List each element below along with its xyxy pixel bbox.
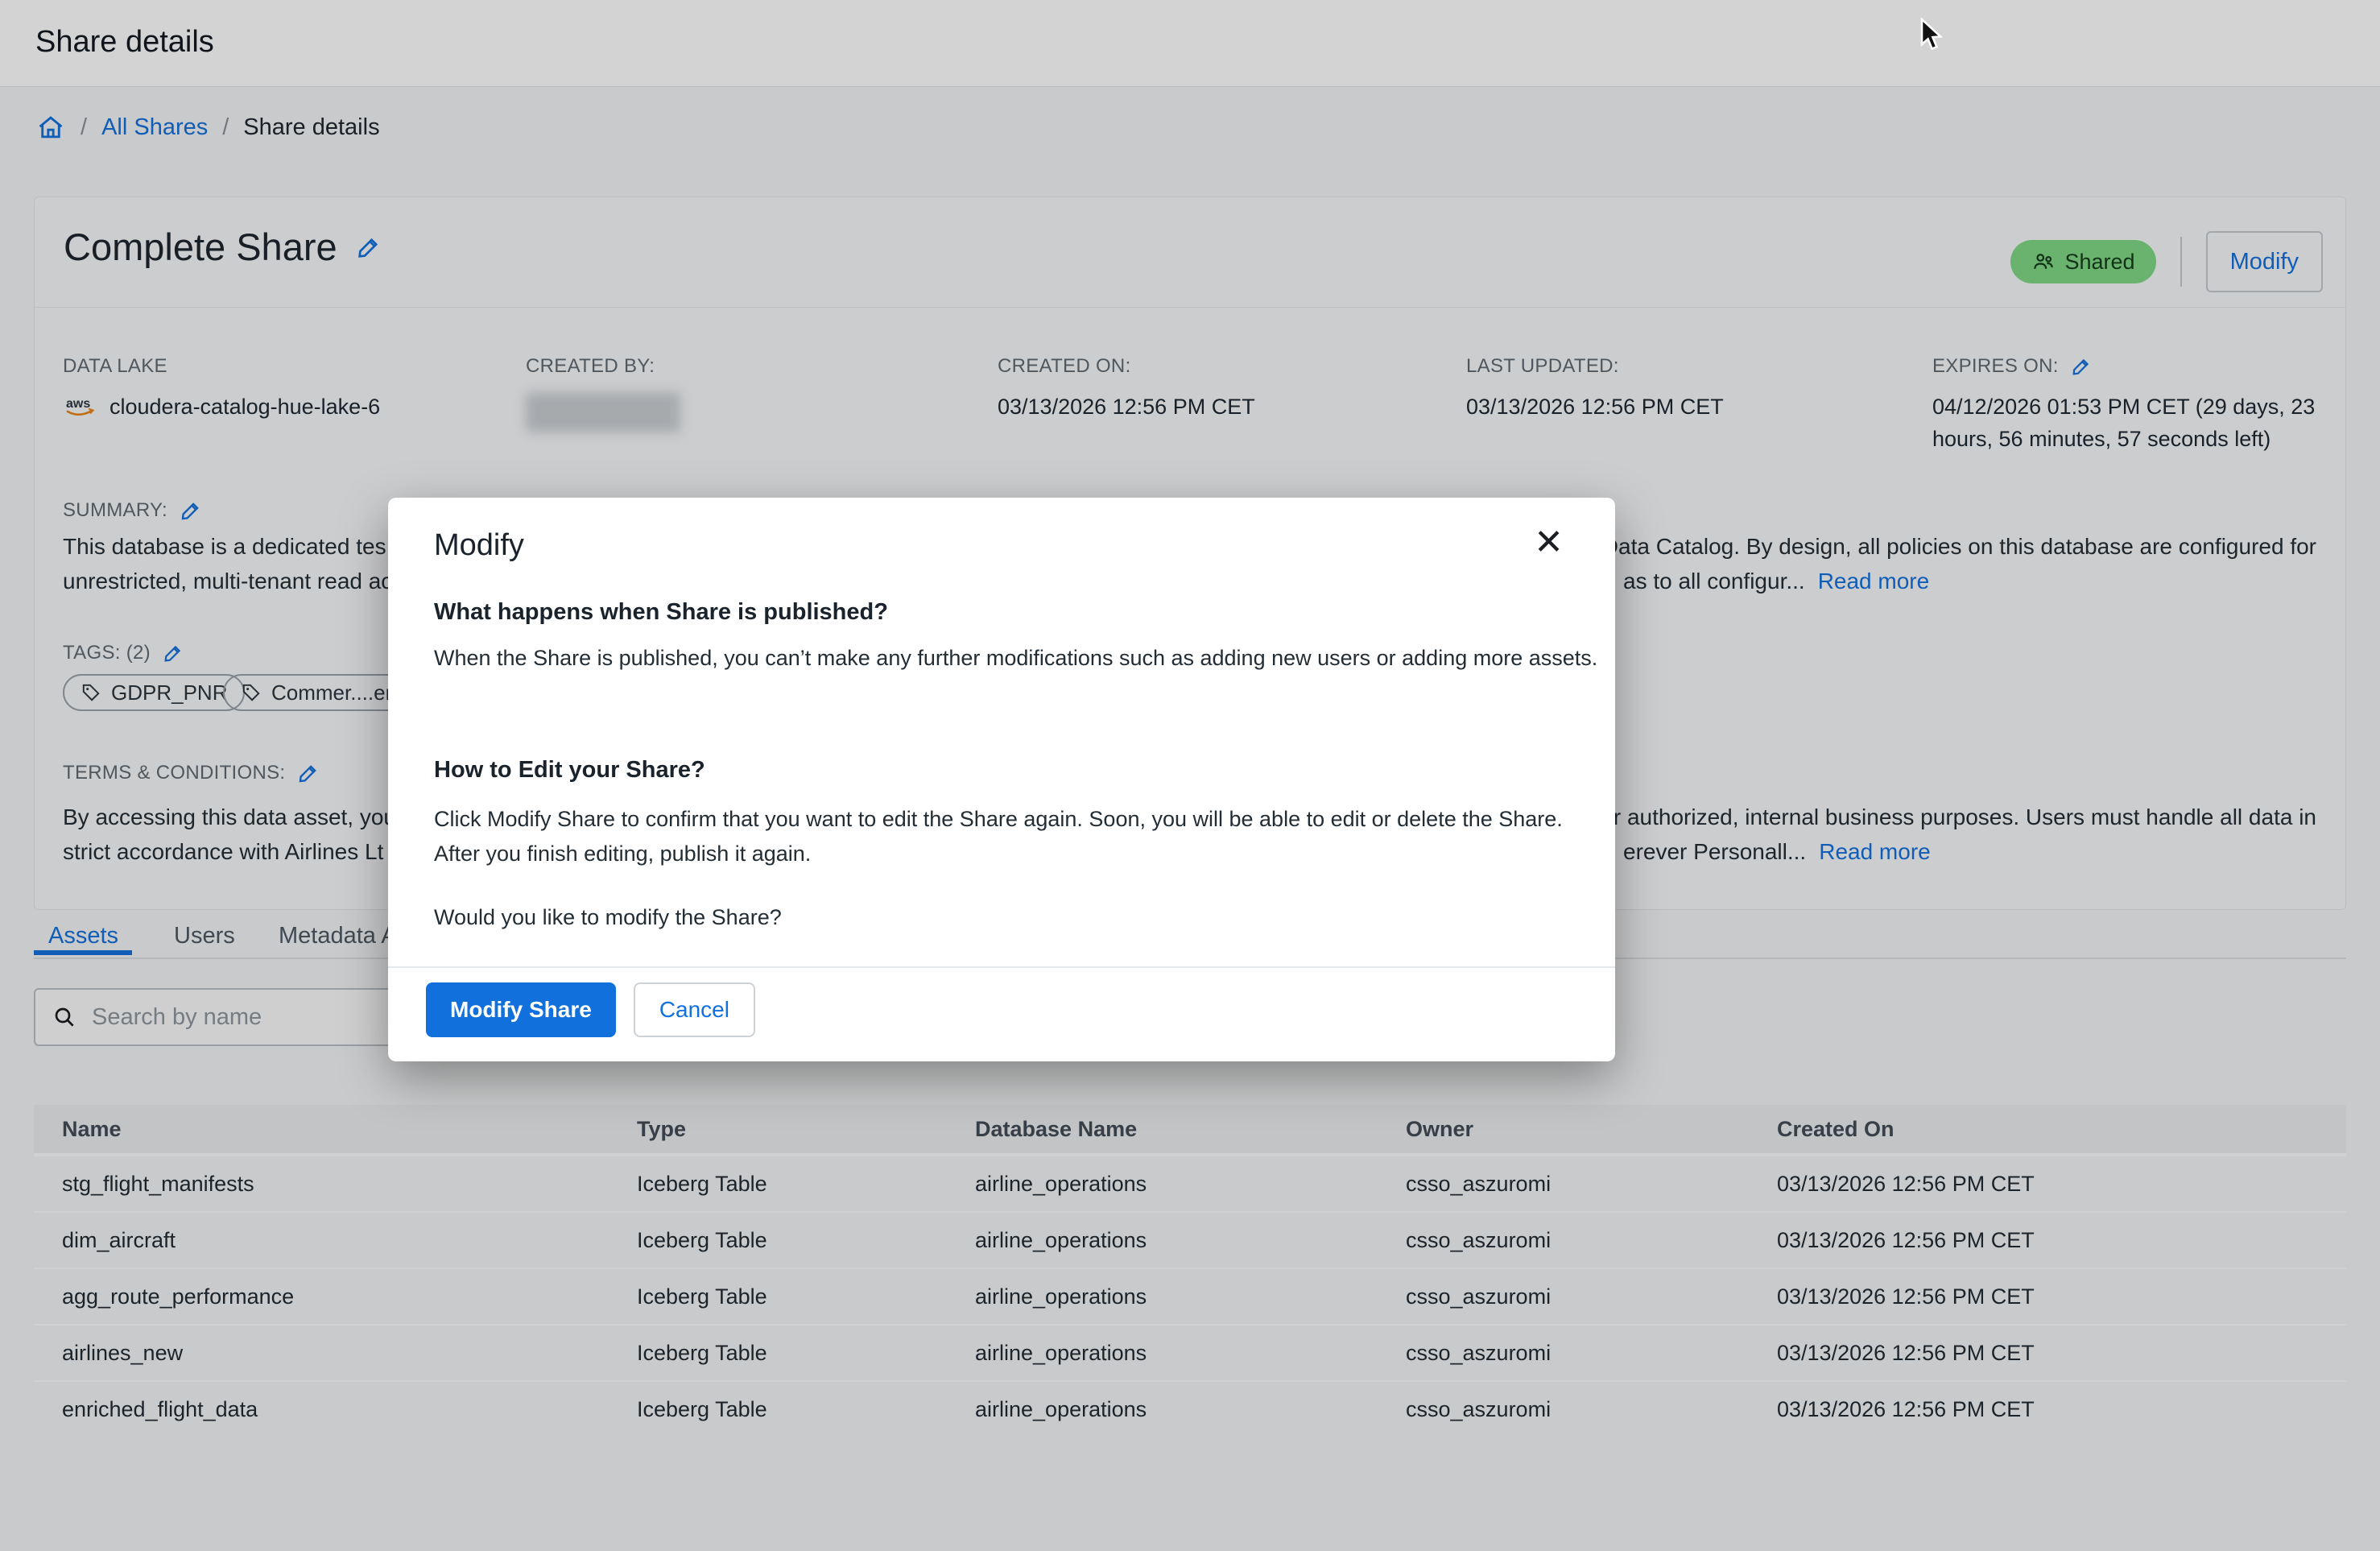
modify-share-button[interactable]: Modify Share: [426, 982, 616, 1037]
share-details-page: Share details / All Shares / Share detai…: [0, 0, 2380, 1551]
mouse-cursor: [1919, 18, 1951, 53]
dialog-paragraph-edit: Click Modify Share to confirm that you w…: [434, 802, 1609, 871]
dialog-heading-edit: How to Edit your Share?: [434, 757, 705, 784]
dialog-question: Would you like to modify the Share?: [434, 900, 1609, 935]
modify-dialog: Modify ✕ What happens when Share is publ…: [388, 498, 1615, 1061]
close-icon[interactable]: ✕: [1534, 525, 1564, 560]
dialog-paragraph-published: When the Share is published, you can’t m…: [434, 641, 1609, 676]
dialog-heading-published: What happens when Share is published?: [434, 599, 888, 626]
cancel-button[interactable]: Cancel: [634, 982, 755, 1037]
dialog-title: Modify: [434, 528, 524, 563]
dialog-footer-divider: [388, 966, 1615, 968]
